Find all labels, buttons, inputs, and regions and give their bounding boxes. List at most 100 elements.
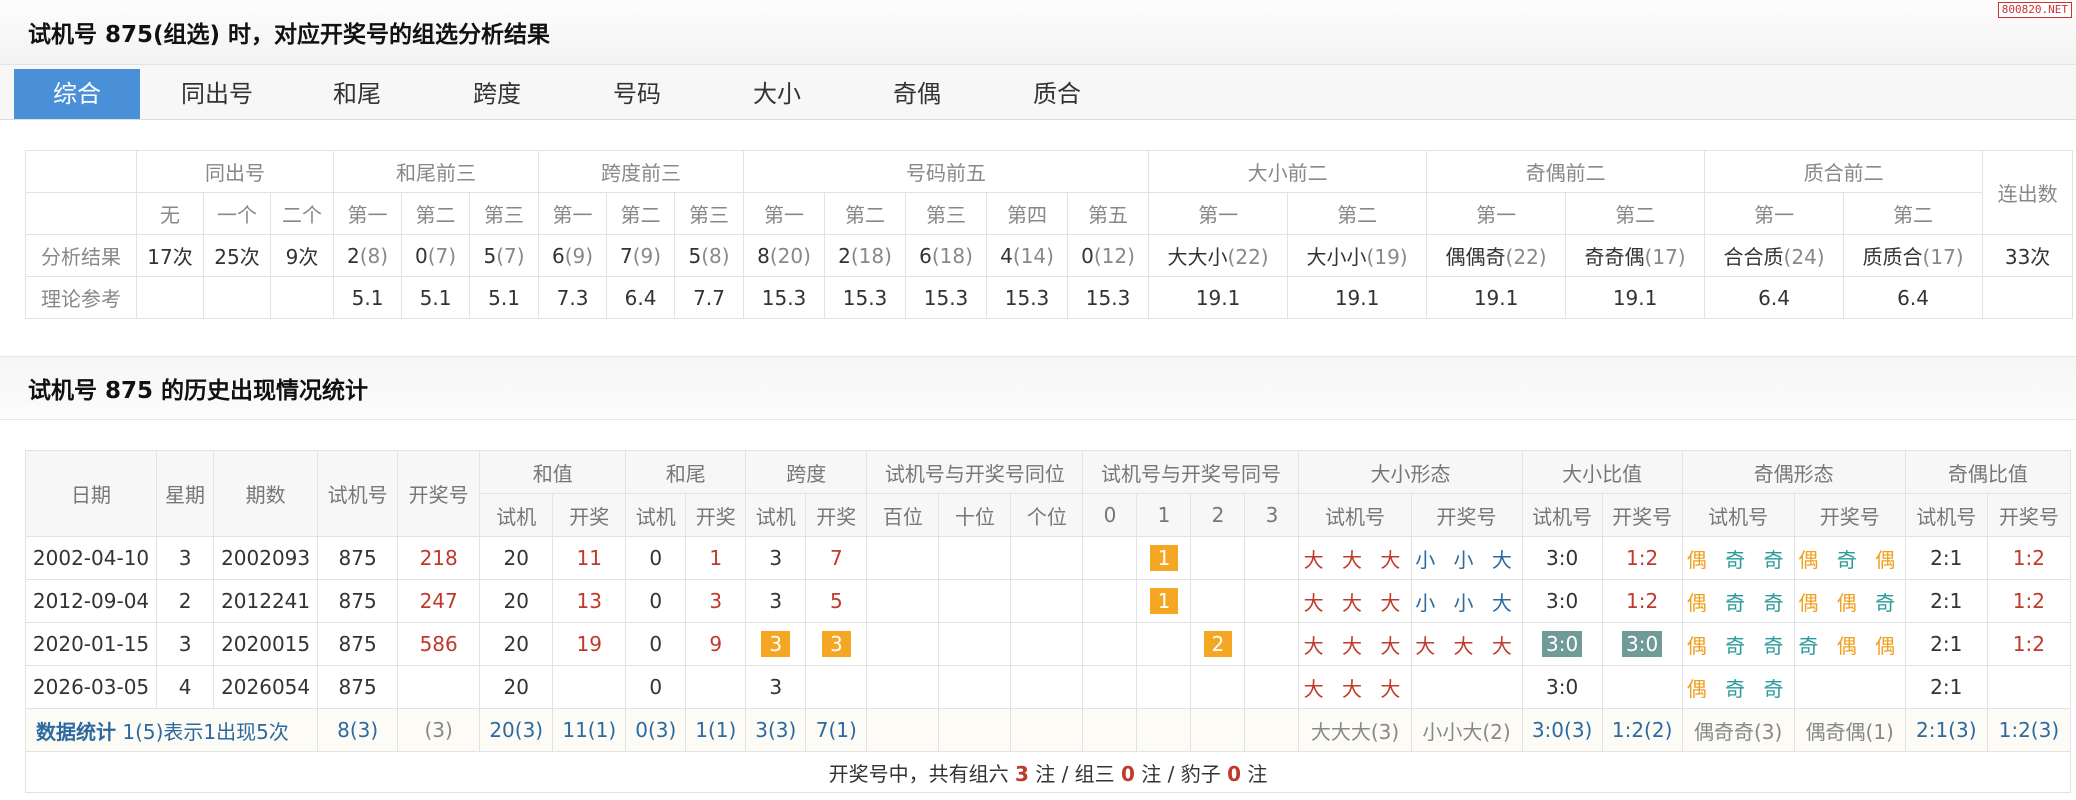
- cell: 3:0(3): [1521, 708, 1603, 752]
- cell: 8(3): [317, 708, 399, 752]
- sub-header: 试机: [479, 493, 554, 537]
- tab-sum-tail[interactable]: 和尾: [294, 69, 420, 119]
- cell: 20: [479, 536, 554, 580]
- cell: [938, 579, 1012, 623]
- tab-number[interactable]: 号码: [574, 69, 700, 119]
- table-row: 2020-01-15 3 2020015 875 586 20 19 0 9 3…: [24, 622, 2072, 666]
- cell: 1:2: [1986, 579, 2072, 623]
- cell: 3: [685, 579, 747, 623]
- result-cell: 7(9): [606, 234, 676, 277]
- cell: 3:0: [1521, 665, 1603, 709]
- section-title-1: 试机号 875(组选) 时，对应开奖号的组选分析结果: [0, 0, 2076, 65]
- corner-cell: [25, 150, 137, 193]
- span-highlight: 3: [761, 631, 791, 657]
- sub-header: 3: [1244, 493, 1300, 537]
- cell: 3: [745, 579, 807, 623]
- tab-odd-even[interactable]: 奇偶: [854, 69, 980, 119]
- summary-row: 数据统计 1(5)表示1出现5次 8(3) (3) 20(3) 11(1) 0(…: [24, 708, 2072, 752]
- group-number: 号码前五: [743, 150, 1150, 193]
- cell: [1010, 708, 1084, 752]
- watermark: 800820.NET: [1997, 2, 2072, 18]
- sub-header: 无: [136, 192, 204, 235]
- sub-header: 第二: [401, 192, 471, 235]
- cell: 2:1: [1904, 622, 1988, 666]
- cell: 1:2: [1986, 536, 2072, 580]
- cell: [1136, 622, 1192, 666]
- cell: 1:2(3): [1986, 708, 2072, 752]
- cell: 大 大 大: [1298, 665, 1412, 709]
- cell: [1986, 665, 2072, 709]
- cell: [1244, 665, 1300, 709]
- theory-cell: 5.1: [401, 276, 471, 319]
- cell: [1082, 708, 1138, 752]
- row-label-theory: 理论参考: [25, 276, 137, 319]
- tab-overview[interactable]: 综合: [14, 69, 140, 119]
- tab-same-number[interactable]: 同出号: [154, 69, 280, 119]
- tab-size[interactable]: 大小: [714, 69, 840, 119]
- sub-header: 开奖号: [1410, 493, 1523, 537]
- theory-cell: 15.3: [743, 276, 826, 319]
- cell: 小 小 大: [1410, 536, 1523, 580]
- date-cell: 2002-04-10: [24, 536, 158, 580]
- result-cell: 5(7): [469, 234, 540, 277]
- draw-number-cell: 586: [397, 622, 481, 666]
- theory-cell: [1982, 276, 2074, 319]
- cell: 1:2: [1601, 579, 1683, 623]
- footer-summary: 开奖号中，共有组六 3 注 / 组三 0 注 / 豹子 0 注: [25, 751, 2071, 793]
- cell: 3: [745, 622, 807, 666]
- cell: 20: [479, 665, 554, 709]
- cell: 11(1): [552, 708, 627, 752]
- cell: [1601, 665, 1683, 709]
- sub-header: 二个: [269, 192, 335, 235]
- cell: 0: [625, 536, 687, 580]
- theory-cell: [269, 276, 335, 319]
- result-cell: 6(9): [538, 234, 608, 277]
- sub-header: 第三: [469, 192, 540, 235]
- result-cell: 合合质(24): [1704, 234, 1845, 277]
- cell: 20: [479, 622, 554, 666]
- cell: 0: [625, 579, 687, 623]
- col-oddeven-form: 奇偶形态: [1681, 450, 1906, 494]
- cell: 5: [805, 579, 868, 623]
- cell: 3:0: [1521, 536, 1603, 580]
- tab-prime[interactable]: 质合: [994, 69, 1120, 119]
- theory-cell: 19.1: [1148, 276, 1289, 319]
- sub-header: 第二: [1287, 192, 1428, 235]
- sub-header: 第一: [538, 192, 608, 235]
- group-prime: 质合前二: [1704, 150, 1984, 193]
- cell: 20(3): [479, 708, 554, 752]
- result-cell: 25次: [203, 234, 271, 277]
- cell: [1244, 536, 1300, 580]
- theory-cell: 15.3: [824, 276, 907, 319]
- col-test-number: 试机号: [317, 450, 399, 537]
- theory-cell: 7.7: [674, 276, 745, 319]
- cell: 1:2: [1601, 536, 1683, 580]
- cell: 偶奇偶(1): [1793, 708, 1906, 752]
- theory-cell: 15.3: [905, 276, 988, 319]
- sub-header: 开奖号: [1793, 493, 1906, 537]
- tab-span[interactable]: 跨度: [434, 69, 560, 119]
- issue-cell: 2020015: [213, 622, 319, 666]
- result-cell: 大小小(19): [1287, 234, 1428, 277]
- cell: 1: [685, 536, 747, 580]
- result-cell: 4(14): [986, 234, 1069, 277]
- cell: 2:1: [1904, 579, 1988, 623]
- cell: 1: [1136, 579, 1192, 623]
- result-cell: 9次: [269, 234, 335, 277]
- cell: 3: [745, 536, 807, 580]
- table-row: 2026-03-05 4 2026054 875 20 0 3 大 大 大 3:…: [24, 665, 2072, 709]
- week-cell: 3: [156, 622, 215, 666]
- cell: 大 大 大: [1298, 622, 1412, 666]
- sub-header: 第一: [333, 192, 403, 235]
- cell: [866, 536, 940, 580]
- draw-number-cell: 247: [397, 579, 481, 623]
- cell: [1136, 665, 1192, 709]
- cell: [938, 708, 1012, 752]
- cell: 3:0: [1521, 579, 1603, 623]
- cell: 偶 奇 奇: [1681, 579, 1795, 623]
- cell: [1082, 622, 1138, 666]
- cell: [1136, 708, 1192, 752]
- theory-cell: [136, 276, 204, 319]
- week-cell: 4: [156, 665, 215, 709]
- cell: 偶 奇 偶: [1793, 536, 1906, 580]
